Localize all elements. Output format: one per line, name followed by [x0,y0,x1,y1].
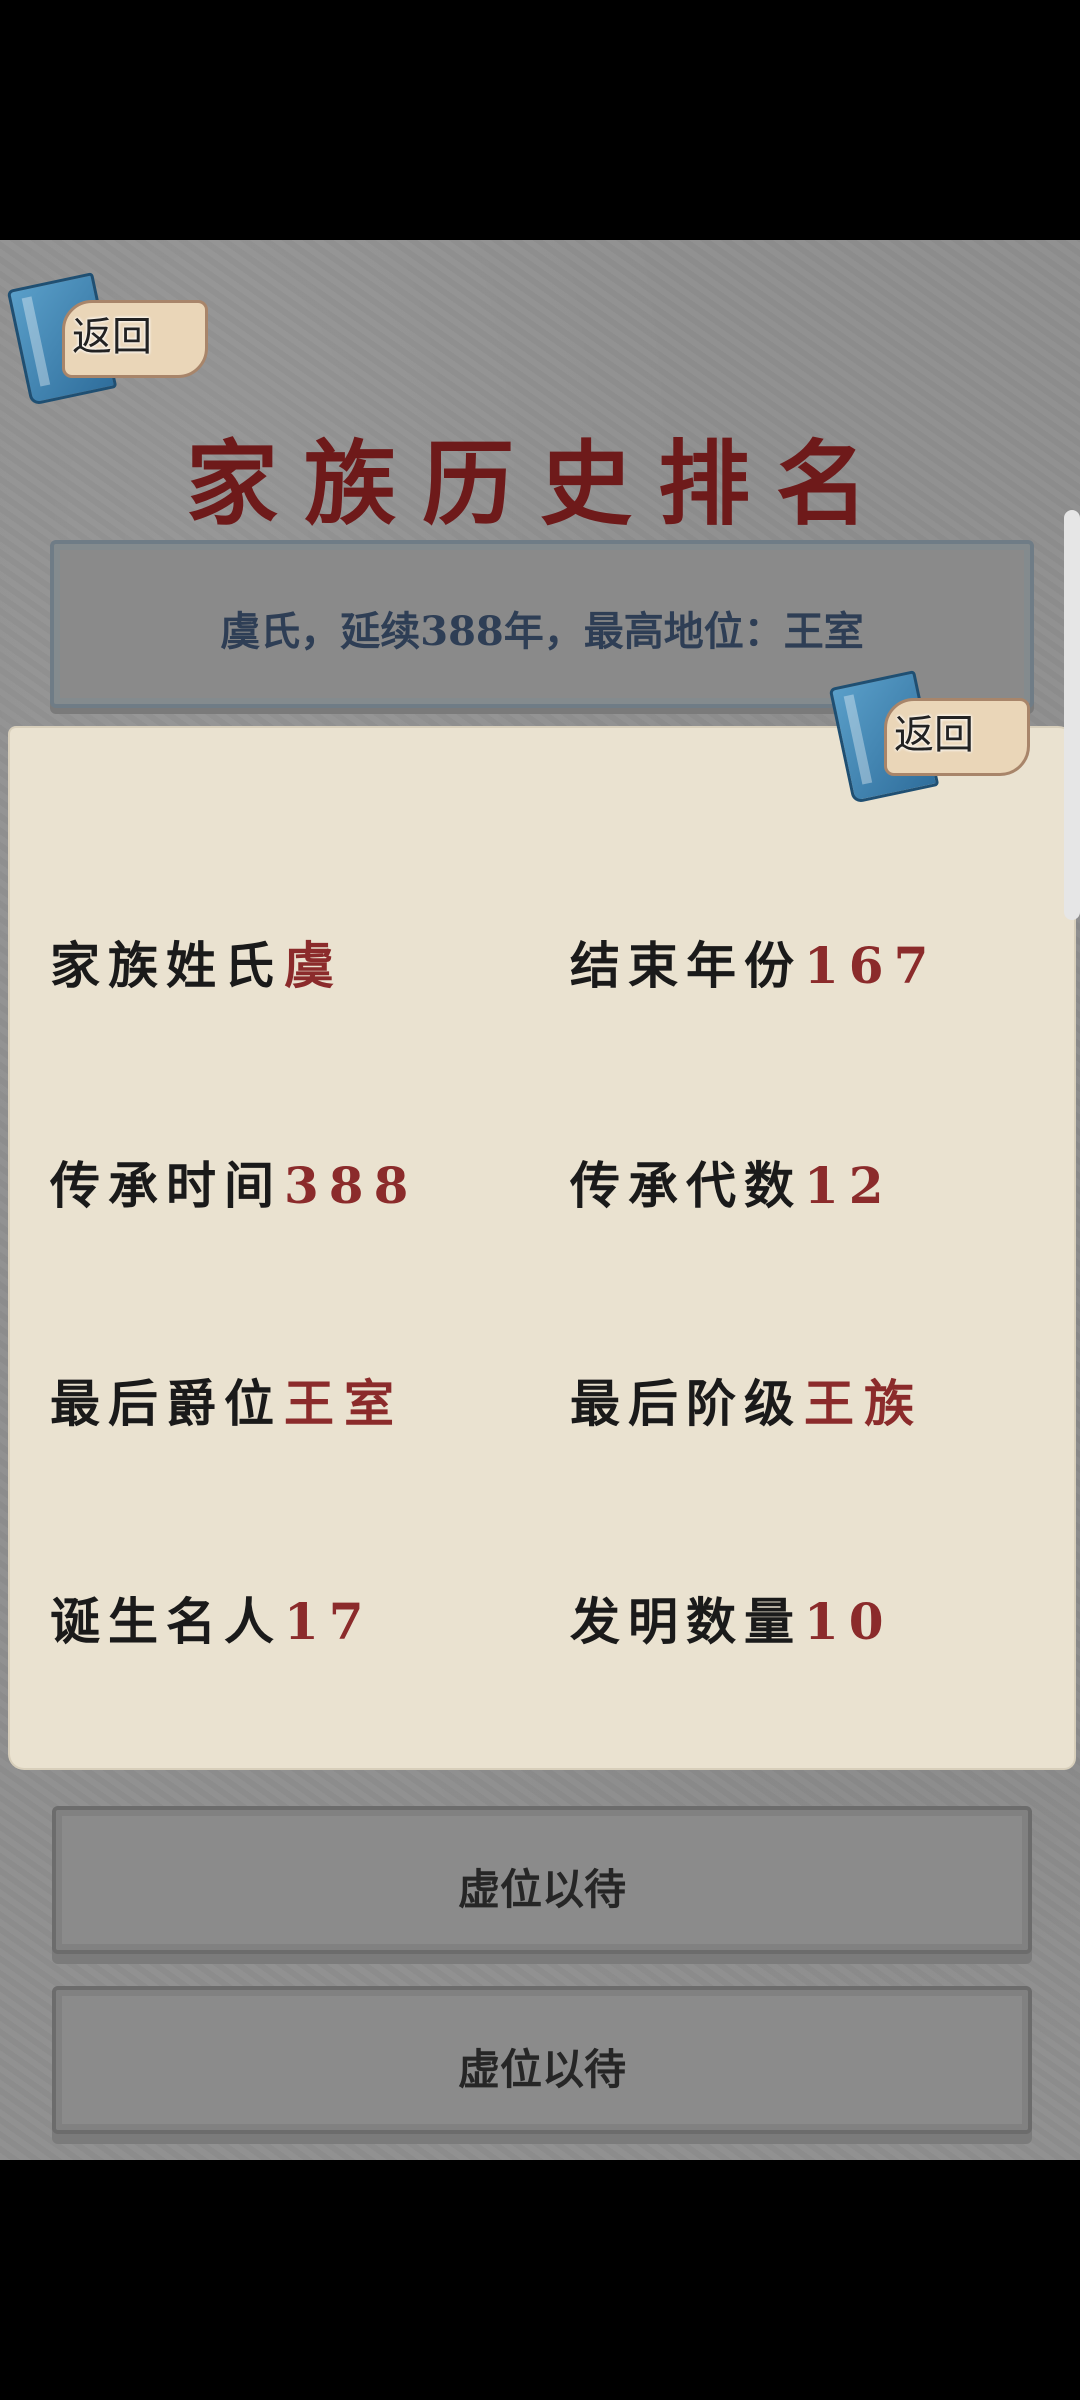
scrollbar[interactable] [1064,510,1080,920]
stat-value: 王族 [804,1374,924,1433]
stat-last-class: 最后阶级王族 [570,1364,924,1434]
ranking-row-label: 虚位以待 [457,2045,626,2094]
card-back-button-label: 返回 [894,712,974,758]
back-button-label: 返回 [72,314,152,360]
stat-label: 家族姓氏 [50,936,282,995]
stat-inventions: 发明数量10 [570,1582,894,1652]
stat-value: 17 [284,1592,374,1651]
stat-inherit-time: 传承时间388 [50,1146,418,1216]
stat-last-title: 最后爵位王室 [50,1364,404,1434]
stat-label: 传承时间 [50,1156,282,1215]
family-detail-card: 家族姓氏虞 结束年份167 传承时间388 传承代数12 最后爵位王室 最后阶级… [10,728,1074,1768]
ranking-row-vacant[interactable]: 虚位以待 [52,1806,1032,1954]
stat-value: 10 [804,1592,894,1651]
ranking-row-label: 虚位以待 [457,1865,626,1914]
stat-value: 167 [804,936,939,995]
stat-value: 虞 [284,936,344,995]
ranking-row-vacant[interactable]: 虚位以待 [52,1986,1032,2134]
back-button[interactable]: 返回 [6,260,208,406]
family-summary-text: 虞氏，延续388年，最高地位：王室 [220,608,864,655]
stat-label: 最后爵位 [50,1374,282,1433]
card-back-button[interactable]: 返回 [828,658,1030,804]
stat-label: 传承代数 [570,1156,802,1215]
stat-label: 发明数量 [570,1592,802,1651]
stat-label: 结束年份 [570,936,802,995]
screen: 返回 家族历史排名 虞氏，延续388年，最高地位：王室 虚位以待 虚位以待 家族… [0,0,1080,2400]
stat-end-year: 结束年份167 [570,926,938,996]
stat-value: 388 [284,1156,419,1215]
stat-label: 最后阶级 [570,1374,802,1433]
stat-value: 12 [804,1156,894,1215]
stat-generations: 传承代数12 [570,1146,894,1216]
page-title: 家族历史排名 [185,430,894,538]
stat-famous-people: 诞生名人17 [50,1582,374,1652]
stat-value: 王室 [284,1374,404,1433]
game-area: 返回 家族历史排名 虞氏，延续388年，最高地位：王室 虚位以待 虚位以待 家族… [0,240,1080,2160]
stat-family-surname: 家族姓氏虞 [50,926,344,996]
stat-label: 诞生名人 [50,1592,282,1651]
